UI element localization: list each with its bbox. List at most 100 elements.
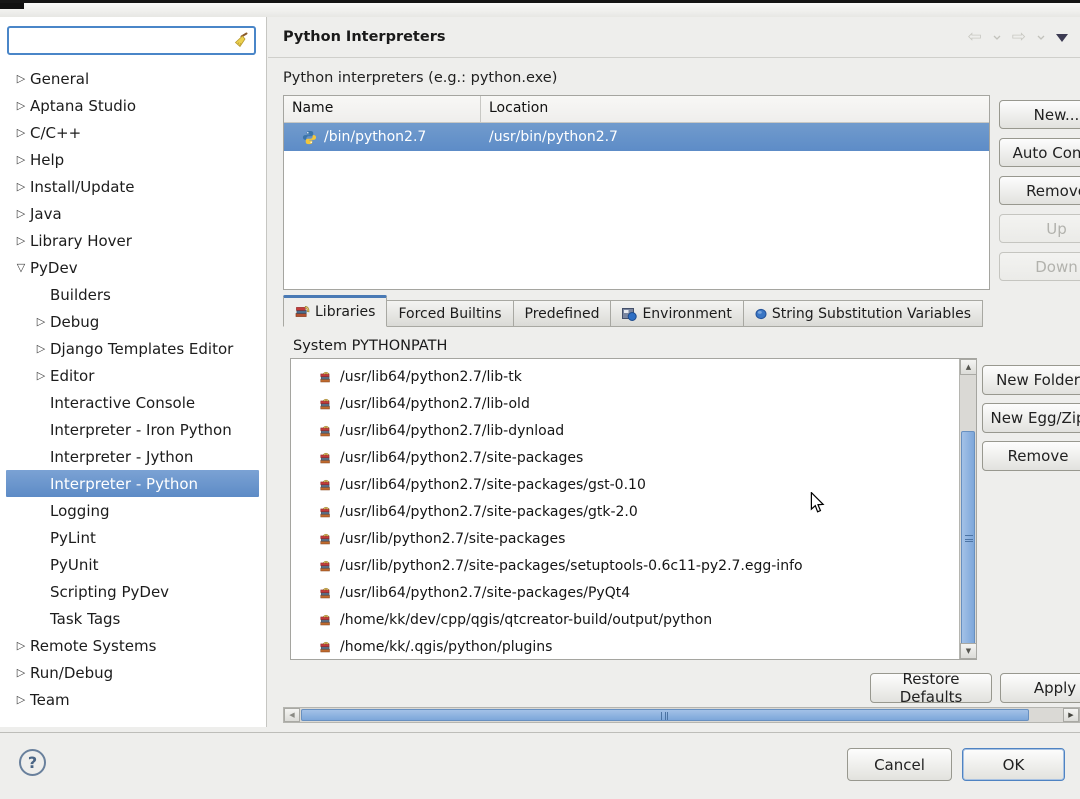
tree-expander-icon[interactable]: ▷ — [12, 207, 30, 220]
tree-expander-icon[interactable]: ▽ — [12, 261, 30, 274]
tree-expander-icon[interactable]: ▷ — [32, 315, 50, 328]
pythonpath-item[interactable]: /usr/lib64/python2.7/lib-dynload — [291, 417, 958, 444]
back-icon[interactable]: ⇦ — [968, 29, 982, 46]
back-menu-chevron-icon[interactable] — [993, 35, 1001, 41]
scroll-down-icon[interactable]: ▼ — [960, 643, 977, 659]
ok-button[interactable]: OK — [962, 748, 1065, 781]
pythonpath-item[interactable]: /home/kk/.qgis/python/plugins — [291, 633, 958, 660]
column-header-name[interactable]: Name — [284, 96, 481, 122]
pythonpath-list: /usr/lib64/python2.7/lib-tk /usr/ — [290, 358, 977, 660]
pythonpath-item[interactable]: /home/kk/dev/cpp/qgis/qtcreator-build/ou… — [291, 606, 958, 633]
sidebar-item[interactable]: ▷ Run/Debug — [6, 659, 259, 686]
apply-button[interactable]: Apply — [1000, 673, 1080, 703]
tree-expander-icon[interactable]: ▷ — [32, 369, 50, 382]
sidebar-item[interactable]: Interactive Console — [6, 389, 259, 416]
pythonpath-action-button[interactable]: Remove — [982, 441, 1080, 471]
pythonpath-text: /home/kk/.qgis/python/plugins — [340, 639, 552, 655]
tree-expander-icon[interactable]: ▷ — [12, 99, 30, 112]
sidebar-item[interactable]: Logging — [6, 497, 259, 524]
sidebar-item[interactable]: PyLint — [6, 524, 259, 551]
pythonpath-item[interactable]: /usr/lib/python2.7/site-packages/setupto… — [291, 552, 958, 579]
tree-expander-icon[interactable]: ▷ — [12, 126, 30, 139]
python-icon — [302, 130, 317, 145]
sidebar-item[interactable]: ▷ Django Templates Editor — [6, 335, 259, 362]
sidebar-item-label: Django Templates Editor — [50, 340, 233, 358]
pythonpath-buttons: New Folder New Egg/Zip Remove — [982, 365, 1080, 471]
pythonpath-item[interactable]: /usr/lib64/python2.7/site-packages/PyQt4 — [291, 579, 958, 606]
pythonpath-item[interactable]: /usr/lib/python2.7/site-packages — [291, 525, 958, 552]
pythonpath-item[interactable]: /usr/lib64/python2.7/lib-old — [291, 390, 958, 417]
sidebar-item[interactable]: ▷ Help — [6, 146, 259, 173]
help-button[interactable]: ? — [19, 749, 46, 776]
sidebar-item[interactable]: Task Tags — [6, 605, 259, 632]
pythonpath-items: /usr/lib64/python2.7/lib-tk /usr/ — [291, 363, 958, 660]
sidebar-item[interactable]: Scripting PyDev — [6, 578, 259, 605]
interpreter-action-button[interactable]: Remove — [999, 176, 1080, 205]
scroll-right-icon[interactable]: ▶ — [1063, 708, 1079, 722]
forward-icon[interactable]: ⇨ — [1012, 29, 1026, 46]
tab-string-substitution-variables[interactable]: String Substitution Variables — [744, 300, 983, 327]
pythonpath-item[interactable]: /usr/lib64/python2.7/lib-tk — [291, 363, 958, 390]
tree-expander-icon[interactable]: ▷ — [12, 693, 30, 706]
scroll-left-icon[interactable]: ◀ — [284, 708, 300, 722]
tree-expander-icon[interactable]: ▷ — [12, 180, 30, 193]
tab-predefined[interactable]: Predefined — [514, 300, 612, 327]
sidebar-item[interactable]: Interpreter - Iron Python — [6, 416, 259, 443]
tree-expander-icon[interactable]: ▷ — [12, 72, 30, 85]
tab-libraries[interactable]: Libraries — [283, 295, 387, 327]
horizontal-scrollbar-thumb[interactable] — [301, 709, 1029, 721]
sidebar-item-label: Interpreter - Iron Python — [50, 421, 232, 439]
pythonpath-action-button[interactable]: New Folder — [982, 365, 1080, 395]
variable-dot-icon — [755, 308, 767, 320]
restore-defaults-button[interactable]: Restore Defaults — [870, 673, 992, 703]
interpreter-action-button[interactable]: New... — [999, 100, 1080, 129]
pythonpath-item[interactable]: /usr/lib64/python2.7/site-packages/gst-0… — [291, 471, 958, 498]
scroll-up-icon[interactable]: ▲ — [960, 359, 977, 375]
sidebar-item[interactable]: ▷ C/C++ — [6, 119, 259, 146]
sidebar-item[interactable]: Interpreter - Python — [6, 470, 259, 497]
content-header: Python Interpreters ⇦ ⇨ — [268, 17, 1080, 58]
interpreter-action-button[interactable]: Auto Config — [999, 138, 1080, 167]
scrollbar-grip — [965, 535, 973, 542]
filter-input[interactable] — [9, 28, 230, 53]
interpreter-action-button[interactable]: Up — [999, 214, 1080, 243]
interpreter-name: /bin/python2.7 — [324, 129, 426, 145]
sidebar-item[interactable]: ▽ PyDev — [6, 254, 259, 281]
sidebar-item-label: Interactive Console — [50, 394, 195, 412]
tree-expander-icon[interactable]: ▷ — [12, 153, 30, 166]
column-header-location[interactable]: Location — [481, 96, 556, 122]
pythonpath-text: /usr/lib/python2.7/site-packages/setupto… — [340, 558, 803, 574]
scrollbar-grip — [661, 712, 668, 720]
interpreter-action-button[interactable]: Down — [999, 252, 1080, 281]
sidebar-item[interactable]: PyUnit — [6, 551, 259, 578]
tree-expander-icon[interactable]: ▷ — [12, 666, 30, 679]
sidebar-item[interactable]: Builders — [6, 281, 259, 308]
pythonpath-item[interactable]: /usr/lib64/python2.7/site-packages/gtk-2… — [291, 498, 958, 525]
interpreters-table: Name Location /bin/python2.7 /usr/bin/py… — [283, 95, 990, 290]
pythonpath-item[interactable]: /usr/lib64/python2.7/site-packages — [291, 444, 958, 471]
sidebar-item[interactable]: ▷ Debug — [6, 308, 259, 335]
tree-expander-icon[interactable]: ▷ — [12, 639, 30, 652]
sidebar-item-label: PyLint — [50, 529, 96, 547]
vertical-scrollbar-thumb[interactable] — [961, 431, 975, 647]
forward-menu-chevron-icon[interactable] — [1037, 35, 1045, 41]
clear-filter-icon[interactable] — [230, 31, 250, 51]
sidebar-item[interactable]: ▷ Editor — [6, 362, 259, 389]
sidebar-item[interactable]: Interpreter - Jython — [6, 443, 259, 470]
tab-forced-builtins[interactable]: Forced Builtins — [387, 300, 513, 327]
tab-environment[interactable]: Environment — [611, 300, 743, 327]
tree-expander-icon[interactable]: ▷ — [12, 234, 30, 247]
sidebar-item[interactable]: ▷ General — [6, 65, 259, 92]
filter-box — [7, 26, 256, 55]
tree-expander-icon[interactable]: ▷ — [32, 342, 50, 355]
sidebar-item[interactable]: ▷ Library Hover — [6, 227, 259, 254]
table-row[interactable]: /bin/python2.7 /usr/bin/python2.7 — [284, 123, 989, 151]
view-menu-icon[interactable] — [1056, 34, 1068, 42]
sidebar-item[interactable]: ▷ Remote Systems — [6, 632, 259, 659]
sidebar-item[interactable]: ▷ Team — [6, 686, 259, 713]
cancel-button[interactable]: Cancel — [847, 748, 952, 781]
sidebar-item[interactable]: ▷ Java — [6, 200, 259, 227]
sidebar-item[interactable]: ▷ Install/Update — [6, 173, 259, 200]
sidebar-item[interactable]: ▷ Aptana Studio — [6, 92, 259, 119]
pythonpath-action-button[interactable]: New Egg/Zip — [982, 403, 1080, 433]
